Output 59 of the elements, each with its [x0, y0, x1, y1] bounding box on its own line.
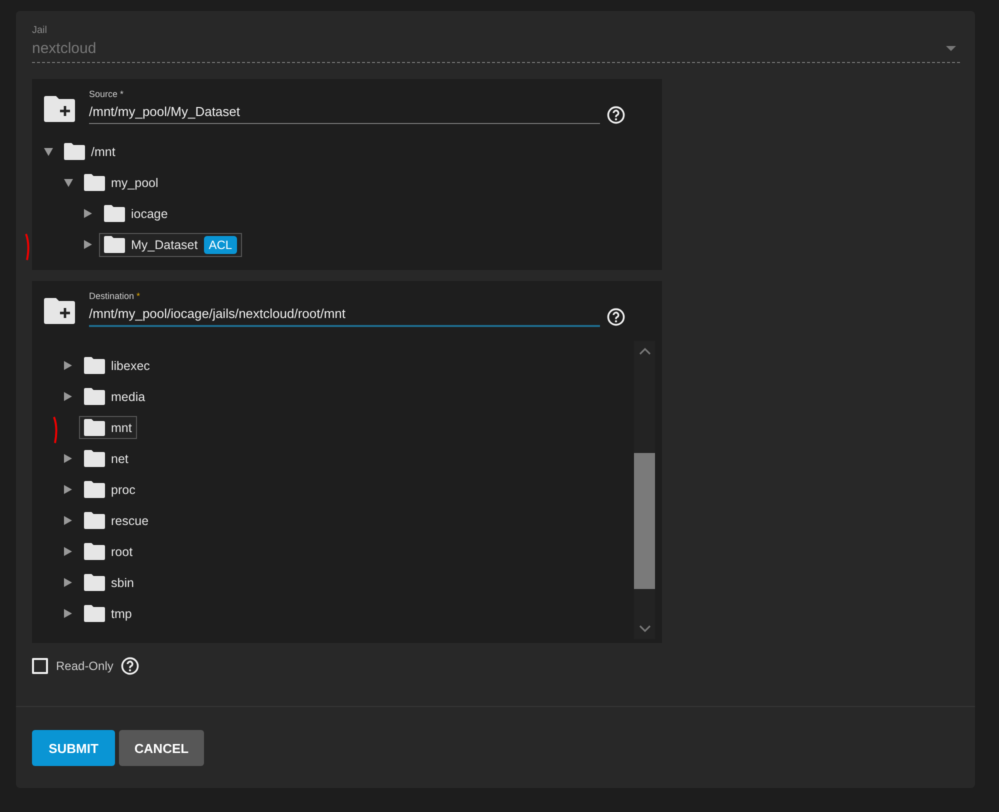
- expand-arrow-icon[interactable]: [64, 547, 72, 556]
- folder-icon: [84, 357, 105, 374]
- folder-icon: [84, 512, 105, 529]
- collapse-arrow-icon[interactable]: [64, 178, 73, 186]
- folder-icon: [84, 388, 105, 405]
- folder-icon: [84, 174, 105, 191]
- collapse-arrow-icon[interactable]: [44, 148, 53, 156]
- folder-icon: [84, 450, 105, 467]
- help-icon[interactable]: [607, 308, 625, 326]
- folder-plus-icon[interactable]: [44, 96, 75, 122]
- folder-icon: [84, 574, 105, 591]
- acl-badge: ACL: [204, 236, 238, 254]
- folder-node[interactable]: root: [79, 540, 138, 563]
- folder-icon: [84, 543, 105, 560]
- help-icon[interactable]: [607, 106, 625, 124]
- annotation-mark: [52, 415, 58, 445]
- cancel-button[interactable]: CANCEL: [119, 730, 204, 766]
- expand-arrow-icon[interactable]: [64, 361, 72, 370]
- expand-arrow-icon[interactable]: [64, 454, 72, 463]
- expand-arrow-icon[interactable]: [64, 485, 72, 494]
- folder-node[interactable]: libexec: [79, 354, 155, 377]
- checkbox-label: Read-Only: [56, 659, 114, 673]
- expand-arrow-icon[interactable]: [64, 609, 72, 618]
- folder-node[interactable]: media: [79, 385, 150, 408]
- field-label: Source *: [89, 89, 125, 99]
- expand-arrow-icon[interactable]: [84, 240, 92, 249]
- folder-node[interactable]: mnt: [79, 416, 137, 439]
- path-input[interactable]: /mnt/my_pool/iocage/jails/nextcloud/root/mnt: [89, 301, 600, 327]
- caret-icon: [946, 46, 956, 52]
- folder-node[interactable]: rescue: [79, 509, 154, 532]
- scroll-up-icon[interactable]: [638, 347, 650, 355]
- expand-arrow-icon[interactable]: [64, 516, 72, 525]
- folder-node[interactable]: tmp: [79, 602, 137, 625]
- folder-icon: [84, 605, 105, 622]
- folder-node[interactable]: proc: [79, 478, 140, 501]
- folder-node[interactable]: iocage: [99, 202, 173, 225]
- help-icon[interactable]: [121, 657, 140, 675]
- folder-node[interactable]: /mnt: [59, 140, 120, 163]
- field-label: Destination *: [89, 291, 142, 301]
- folder-node[interactable]: my_pool: [79, 171, 164, 194]
- folder-icon: [84, 419, 105, 436]
- scrollbar-thumb[interactable]: [634, 453, 655, 589]
- folder-node[interactable]: net: [79, 447, 134, 470]
- folder-plus-icon[interactable]: [44, 298, 75, 324]
- scrollbar[interactable]: [634, 341, 655, 639]
- field-label: Jail: [32, 25, 48, 36]
- scroll-down-icon[interactable]: [638, 625, 650, 633]
- expand-arrow-icon[interactable]: [64, 392, 72, 401]
- path-input[interactable]: /mnt/my_pool/My_Dataset: [89, 99, 600, 124]
- annotation-mark: [24, 232, 30, 262]
- folder-node[interactable]: sbin: [79, 571, 139, 594]
- folder-icon: [84, 481, 105, 498]
- folder-icon: [104, 205, 125, 222]
- expand-arrow-icon[interactable]: [84, 209, 92, 218]
- folder-node[interactable]: My_Dataset ACL: [99, 232, 242, 256]
- folder-icon: [64, 143, 85, 160]
- checkbox[interactable]: [32, 658, 48, 674]
- folder-icon: [104, 236, 125, 253]
- expand-arrow-icon[interactable]: [64, 578, 72, 587]
